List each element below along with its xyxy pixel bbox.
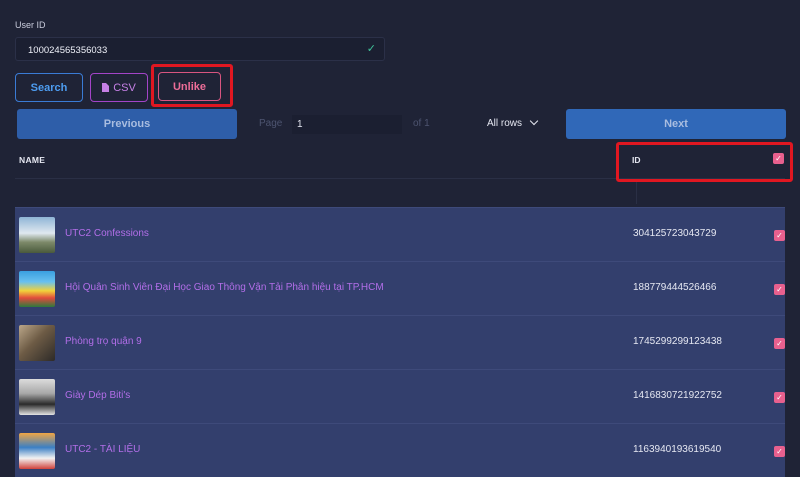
user-id-field[interactable]: ✓ [15, 37, 385, 62]
csv-button[interactable]: CSV [90, 73, 148, 102]
row-checkbox[interactable]: ✓ [774, 230, 785, 241]
page-name-link[interactable]: Hội Quân Sinh Viên Đại Học Giao Thông Vậ… [65, 282, 384, 293]
page-id: 1745299299123438 [633, 336, 722, 347]
row-checkbox[interactable]: ✓ [774, 446, 785, 457]
page-number-input[interactable] [292, 115, 402, 134]
row-checkbox[interactable]: ✓ [774, 284, 785, 295]
csv-label: CSV [113, 81, 136, 94]
page-name-link[interactable]: Phòng trọ quận 9 [65, 336, 142, 347]
next-button[interactable]: Next [566, 109, 786, 139]
table-row[interactable]: UTC2 Confessions 304125723043729 ✓ [15, 207, 785, 261]
id-column-highlight-box [616, 142, 793, 182]
unlike-highlight-box [151, 64, 233, 107]
row-checkbox[interactable]: ✓ [774, 392, 785, 403]
user-id-input[interactable] [26, 38, 360, 62]
chevron-down-icon [529, 116, 539, 126]
page-avatar [19, 325, 55, 361]
filter-column-separator [636, 182, 637, 204]
table-row[interactable]: UTC2 - TÀI LIỆU 1163940193619540 ✓ [15, 423, 785, 477]
page-total-label: of 1 [413, 118, 430, 129]
previous-button[interactable]: Previous [17, 109, 237, 139]
document-icon [102, 83, 110, 92]
table-row[interactable]: Giày Dép Biti's 1416830721922752 ✓ [15, 369, 785, 423]
page-id: 188779444526466 [633, 282, 717, 293]
page-avatar [19, 217, 55, 253]
page-label: Page [259, 118, 283, 129]
rows-select-value: All rows [487, 118, 523, 129]
table-row[interactable]: Hội Quân Sinh Viên Đại Học Giao Thông Vậ… [15, 261, 785, 315]
check-icon: ✓ [366, 43, 376, 55]
page-avatar [19, 433, 55, 469]
table-row[interactable]: Phòng trọ quận 9 1745299299123438 ✓ [15, 315, 785, 369]
page-id: 1416830721922752 [633, 390, 722, 401]
row-checkbox[interactable]: ✓ [774, 338, 785, 349]
column-header-name[interactable]: NAME [19, 155, 45, 165]
page-name-link[interactable]: Giày Dép Biti's [65, 390, 130, 401]
search-button[interactable]: Search [15, 73, 83, 102]
page-id: 304125723043729 [633, 228, 717, 239]
rows-per-page-select[interactable]: All rows [487, 116, 539, 129]
page-avatar [19, 379, 55, 415]
page-name-link[interactable]: UTC2 Confessions [65, 228, 149, 239]
user-id-label: User ID [15, 20, 46, 30]
page-avatar [19, 271, 55, 307]
